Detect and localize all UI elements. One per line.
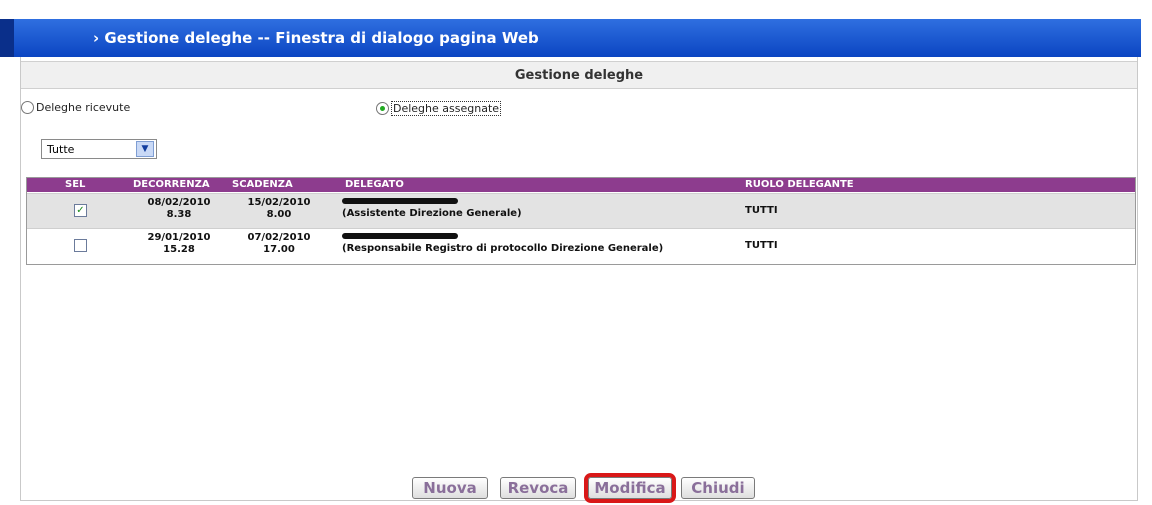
modifica-button[interactable]: Modifica (584, 473, 676, 503)
table-row[interactable]: 29/01/2010 15.28 07/02/2010 17.00 (Respo… (27, 228, 1135, 263)
dialog-body: Gestione deleghe Deleghe ricevute Delegh… (20, 57, 1138, 503)
row-checkbox-checked[interactable]: ✓ (74, 204, 87, 217)
deleghe-table: SEL DECORRENZA SCADENZA DELEGATO RUOLO D… (26, 177, 1136, 265)
dialog-header: Gestione deleghe (21, 61, 1137, 89)
redacted-name (342, 198, 458, 204)
window-titlebar: › Gestione deleghe -- Finestra di dialog… (0, 19, 1141, 57)
radio-deleghe-ricevute[interactable]: Deleghe ricevute (21, 101, 130, 114)
cell-delegato: (Assistente Direzione Generale) (342, 198, 522, 219)
scadenza-date: 15/02/2010 (247, 197, 311, 208)
row-checkbox[interactable] (74, 239, 87, 252)
delegato-role: (Responsabile Registro di protocollo Dir… (342, 243, 664, 254)
column-header-ruolo-delegante: RUOLO DELEGANTE (745, 179, 854, 190)
radio-circle[interactable] (21, 101, 34, 114)
radio-deleghe-assegnate[interactable]: Deleghe assegnate (376, 101, 502, 116)
cell-scadenza: 15/02/2010 8.00 (239, 197, 319, 221)
cell-decorrenza: 29/01/2010 15.28 (139, 232, 219, 256)
column-header-decorrenza: DECORRENZA (133, 179, 210, 190)
revoca-button[interactable]: Revoca (500, 477, 576, 499)
table-row[interactable]: ✓ 08/02/2010 8.38 15/02/2010 8.00 (Assis… (27, 193, 1135, 228)
scadenza-time: 17.00 (263, 244, 295, 255)
column-header-sel: SEL (65, 179, 86, 190)
cell-scadenza: 07/02/2010 17.00 (239, 232, 319, 256)
cell-ruolo: TUTTI (745, 205, 778, 216)
cell-decorrenza: 08/02/2010 8.38 (139, 197, 219, 221)
dialog-header-title: Gestione deleghe (514, 68, 644, 83)
chiudi-button[interactable]: Chiudi (681, 477, 755, 499)
window-title: › Gestione deleghe -- Finestra di dialog… (93, 29, 539, 47)
cell-delegato: (Responsabile Registro di protocollo Dir… (342, 233, 663, 254)
filter-select[interactable]: Tutte ▼ (41, 139, 157, 159)
scadenza-time: 8.00 (266, 209, 292, 220)
radio-circle-selected[interactable] (376, 102, 389, 115)
titlebar-left-edge (0, 19, 14, 57)
decorrenza-time: 15.28 (163, 244, 195, 255)
column-header-delegato: DELEGATO (345, 179, 404, 190)
nuova-button[interactable]: Nuova (412, 477, 488, 499)
decorrenza-time: 8.38 (166, 209, 192, 220)
scadenza-date: 07/02/2010 (247, 232, 311, 243)
chevron-down-icon[interactable]: ▼ (136, 141, 154, 157)
column-header-scadenza: SCADENZA (232, 179, 293, 190)
redacted-name (342, 233, 458, 239)
filter-select-value: Tutte (47, 143, 75, 156)
radio-label: Deleghe assegnate (391, 101, 502, 116)
cell-ruolo: TUTTI (745, 240, 778, 251)
radio-label: Deleghe ricevute (36, 101, 131, 114)
table-header: SEL DECORRENZA SCADENZA DELEGATO RUOLO D… (27, 178, 1135, 192)
decorrenza-date: 08/02/2010 (147, 197, 211, 208)
decorrenza-date: 29/01/2010 (147, 232, 211, 243)
delegato-role: (Assistente Direzione Generale) (342, 208, 522, 219)
